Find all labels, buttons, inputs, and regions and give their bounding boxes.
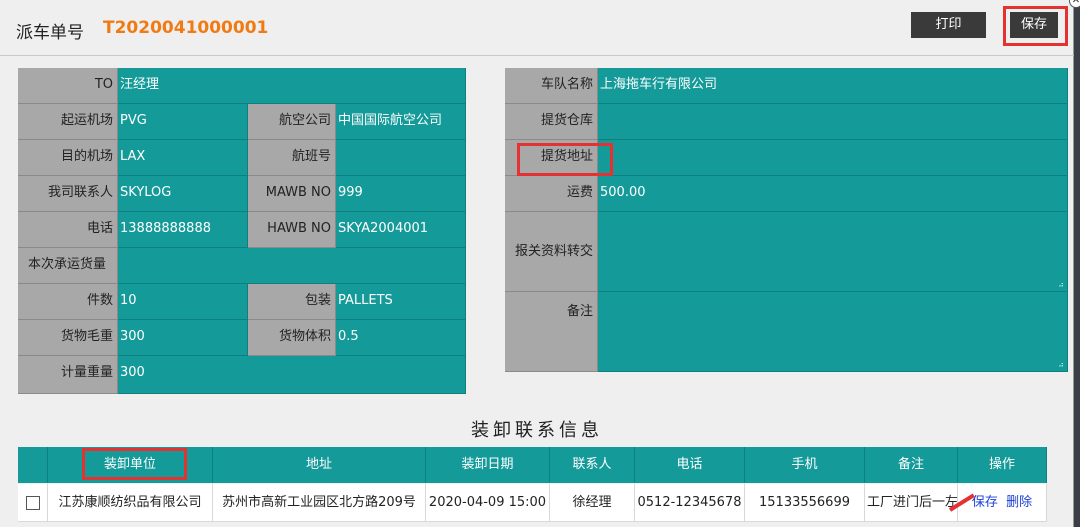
section-title: 装卸联系信息 [471,420,603,441]
flight-no-label: 航班号 [248,140,336,176]
print-button[interactable]: 打印 [911,12,986,38]
column-header-select [18,447,48,483]
packing-field[interactable]: PALLETS [336,284,466,320]
row-delete-link[interactable]: 删除 [1006,495,1032,510]
chargeable-weight-field[interactable]: 300 [118,356,466,394]
mobile-cell: 15133556699 [745,484,865,522]
cargo-volume-field[interactable] [118,248,466,284]
column-header-phone: 电话 [635,447,745,483]
airline-field[interactable]: 中国国际航空公司 [336,104,466,140]
action-cell: 保存 删除 [958,484,1047,522]
freight-label: 运费 [505,176,598,212]
unit-header-highlight [82,448,187,480]
remarks-textarea[interactable]: ⠴ [598,292,1068,372]
chargeable-weight-label: 计量重量 [18,356,118,394]
packing-label: 包装 [248,284,336,320]
row-select-cell [18,484,48,522]
customs-docs-textarea[interactable]: ⠴ [598,212,1068,292]
freight-field[interactable]: 500.00 [598,176,1068,212]
airline-label: 航空公司 [248,104,336,140]
to-label: TO [18,68,118,104]
fleet-name-label: 车队名称 [505,68,598,104]
column-header-remark: 备注 [865,447,958,483]
row-save-link[interactable]: 保存 [972,495,998,510]
to-field[interactable]: 汪经理 [118,68,466,104]
resize-handle-icon[interactable]: ⠴ [1058,281,1064,289]
pickup-address-highlight [517,143,613,176]
phone-field[interactable]: 13888888888 [118,212,248,248]
phone-cell: 0512-12345678 [635,484,745,522]
contact-cell: 徐经理 [550,484,635,522]
pickup-address-field[interactable] [598,140,1068,176]
volume-label: 货物体积 [248,320,336,356]
mawb-label: MAWB NO [248,176,336,212]
gross-weight-label: 货物毛重 [18,320,118,356]
column-header-action: 操作 [958,447,1047,483]
address-cell: 苏州市高新工业园区北方路209号 [213,484,426,522]
gross-weight-field[interactable]: 300 [118,320,248,356]
cargo-volume-label: 本次承运货量 [18,248,118,284]
order-number: T2020041000001 [103,18,269,38]
pickup-warehouse-label: 提货仓库 [505,104,598,140]
column-header-contact: 联系人 [550,447,635,483]
pickup-warehouse-field[interactable] [598,104,1068,140]
contact-field[interactable]: SKYLOG [118,176,248,212]
remark-cell: 工厂进门后一左 [865,484,958,522]
contact-label: 我司联系人 [18,176,118,212]
resize-handle-icon[interactable]: ⠴ [1058,361,1064,369]
dispatch-order-panel: 派车单号 T2020041000001 打印 保存 TO 汪经理 起运机场 PV… [0,0,1074,527]
pieces-label: 件数 [18,284,118,320]
unit-cell: 江苏康顺纺织品有限公司 [48,484,213,522]
page-title: 派车单号 [16,23,84,43]
flight-no-field[interactable] [336,140,466,176]
dest-airport-label: 目的机场 [18,140,118,176]
dest-airport-field[interactable]: LAX [118,140,248,176]
volume-field[interactable]: 0.5 [336,320,466,356]
header-bar: 派车单号 T2020041000001 打印 保存 [0,0,1074,56]
hawb-field[interactable]: SKYA2004001 [336,212,466,248]
origin-airport-field[interactable]: PVG [118,104,248,140]
hawb-label: HAWB NO [248,212,336,248]
save-button-highlight [1003,6,1068,46]
pieces-field[interactable]: 10 [118,284,248,320]
mawb-field[interactable]: 999 [336,176,466,212]
column-header-date: 装卸日期 [426,447,550,483]
date-cell: 2020-04-09 15:00 [426,484,550,522]
column-header-address: 地址 [213,447,426,483]
remarks-label: 备注 [505,292,598,372]
customs-docs-label: 报关资料转交 [505,212,598,292]
column-header-mobile: 手机 [745,447,865,483]
phone-label: 电话 [18,212,118,248]
fleet-name-field[interactable]: 上海拖车行有限公司 [598,68,1068,104]
row-checkbox[interactable] [25,495,40,510]
origin-airport-label: 起运机场 [18,104,118,140]
